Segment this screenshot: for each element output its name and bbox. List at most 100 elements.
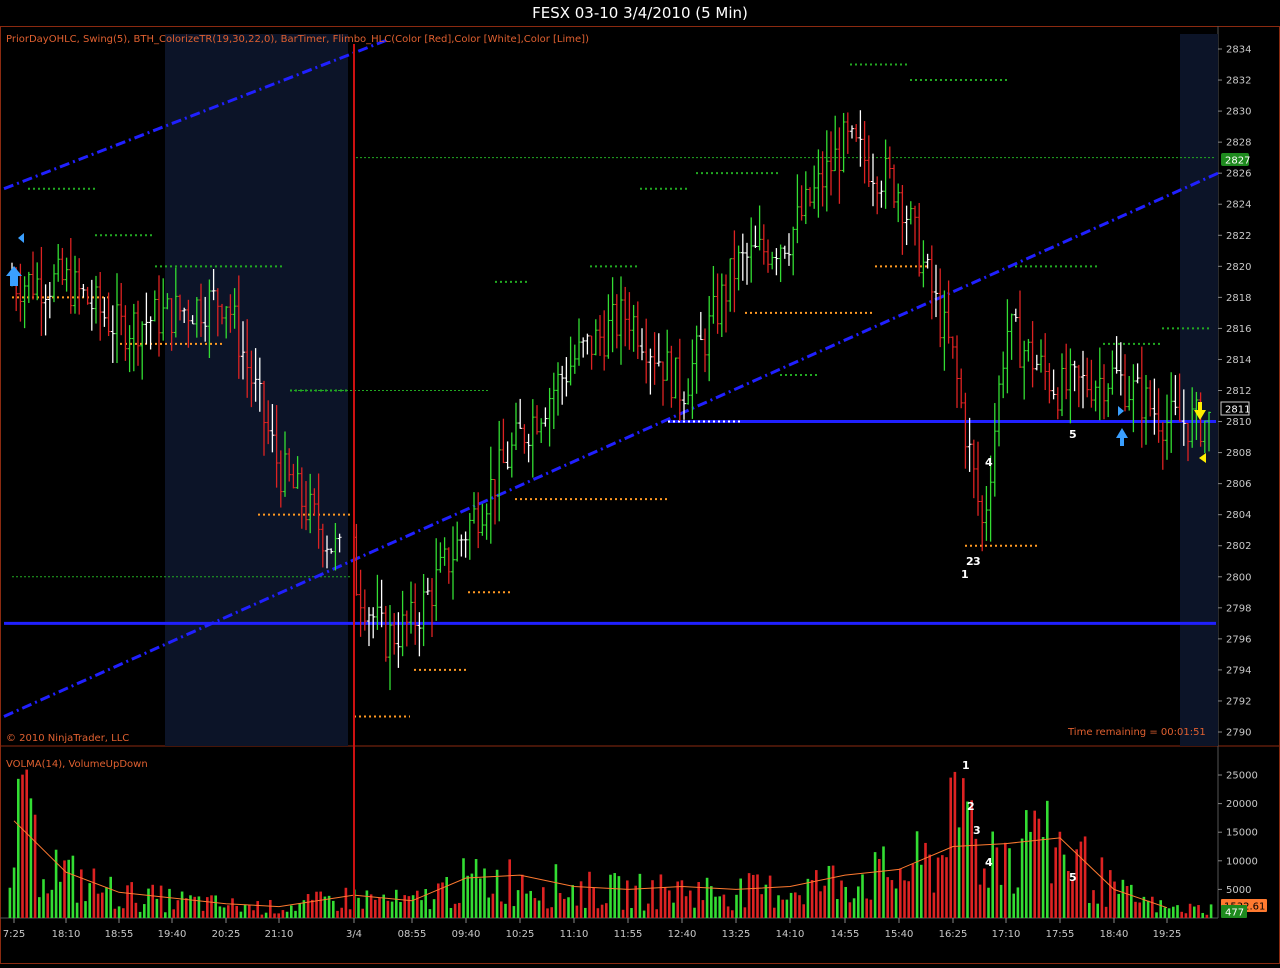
price-bar bbox=[1005, 299, 1010, 394]
price-tick-label: 2802 bbox=[1226, 541, 1251, 552]
volume-bar bbox=[63, 860, 66, 918]
volume-bar bbox=[151, 884, 154, 918]
chart-canvas[interactable]: 2790 2792 2794 2796 2798 2800 2802 2804 2806 2808… bbox=[0, 26, 1280, 964]
price-bar bbox=[610, 277, 615, 353]
volume-bar bbox=[134, 902, 138, 918]
volume-bar bbox=[33, 814, 37, 918]
volume-bar bbox=[693, 907, 696, 918]
volume-bar bbox=[966, 801, 969, 918]
price-bar bbox=[388, 605, 392, 691]
volume-bar bbox=[231, 898, 234, 918]
volume-bar bbox=[642, 910, 646, 918]
price-bar bbox=[43, 284, 48, 336]
volume-bar bbox=[336, 910, 339, 918]
vol-label-4: 4 bbox=[985, 856, 993, 869]
price-bar bbox=[997, 375, 1001, 447]
volume-bar bbox=[634, 885, 637, 918]
volume-bar bbox=[810, 880, 814, 918]
price-bar bbox=[497, 420, 502, 522]
price-bar bbox=[52, 264, 56, 303]
volume-bar bbox=[701, 900, 705, 918]
volume-bar bbox=[428, 909, 432, 918]
volume-bar bbox=[50, 889, 54, 918]
price-bar bbox=[1139, 346, 1144, 448]
price-bar bbox=[606, 294, 611, 359]
volume-bar bbox=[54, 849, 58, 918]
price-tick-label: 2822 bbox=[1226, 231, 1251, 242]
time-tick-label: 18:10 bbox=[52, 929, 81, 940]
time-remaining-label: Time remaining = 00:01:51 bbox=[1067, 727, 1206, 738]
up-arrow-icon bbox=[6, 266, 22, 286]
price-tick-label: 2790 bbox=[1226, 728, 1251, 739]
price-bar bbox=[711, 265, 716, 324]
volume-bar bbox=[1172, 906, 1175, 918]
volume-bar bbox=[1205, 914, 1209, 918]
price-bar bbox=[812, 165, 817, 209]
volume-tick-label: 10000 bbox=[1226, 856, 1258, 867]
volume-bar bbox=[29, 798, 33, 918]
price-bar bbox=[913, 205, 917, 246]
volume-bar bbox=[1167, 908, 1171, 918]
volume-bar bbox=[1188, 903, 1192, 918]
price-bar bbox=[501, 418, 506, 464]
volume-bar bbox=[243, 904, 247, 918]
volume-bar bbox=[563, 898, 566, 918]
volume-bar bbox=[214, 895, 217, 918]
volume-bar bbox=[999, 884, 1003, 918]
volume-bar bbox=[869, 899, 873, 918]
price-bar bbox=[556, 362, 560, 416]
volume-bar bbox=[600, 904, 604, 918]
volume-bar bbox=[1125, 886, 1129, 918]
price-bar bbox=[640, 328, 644, 361]
volume-bar bbox=[432, 899, 436, 918]
price-bar bbox=[896, 183, 901, 223]
price-bar bbox=[1152, 378, 1157, 435]
price-bar bbox=[736, 245, 741, 291]
price-bar bbox=[404, 610, 409, 647]
volume-bar bbox=[88, 883, 91, 918]
volume-bar bbox=[1004, 842, 1007, 918]
volume-bar bbox=[105, 887, 108, 918]
chart-frame[interactable]: 2790 2792 2794 2796 2798 2800 2802 2804 2806 2808… bbox=[0, 26, 1280, 964]
price-bar bbox=[942, 290, 947, 371]
price-bar bbox=[459, 534, 464, 557]
volume-bar bbox=[147, 888, 150, 918]
volume-bar bbox=[521, 874, 524, 918]
volume-bar bbox=[340, 907, 343, 918]
vol-label-1: 1 bbox=[962, 759, 970, 772]
volume-bar bbox=[815, 870, 818, 918]
price-bar bbox=[787, 233, 791, 266]
price-bar bbox=[413, 583, 418, 645]
up-arrow-icon bbox=[1116, 428, 1128, 446]
price-bar bbox=[430, 578, 434, 638]
volume-bar bbox=[1037, 818, 1041, 918]
volume-bar bbox=[197, 896, 201, 918]
volume-bar bbox=[571, 885, 574, 918]
price-bar bbox=[1047, 363, 1052, 404]
volume-bar bbox=[953, 771, 957, 918]
volume-bar bbox=[449, 907, 453, 918]
volume-bar bbox=[857, 886, 860, 918]
price-bar bbox=[480, 503, 485, 536]
price-bar bbox=[446, 547, 451, 584]
price-bar bbox=[673, 357, 678, 399]
volume-bar bbox=[663, 887, 667, 918]
volume-bar bbox=[403, 895, 406, 918]
price-bar bbox=[379, 579, 384, 628]
time-tick-label: 17:55 bbox=[1046, 929, 1075, 940]
price-tick-label: 2826 bbox=[1226, 169, 1251, 180]
price-bar bbox=[946, 280, 951, 344]
volume-bar bbox=[348, 909, 352, 918]
volume-bar bbox=[1117, 893, 1120, 918]
price-bar bbox=[572, 344, 577, 374]
price-bar bbox=[1081, 350, 1085, 409]
volume-bar bbox=[609, 874, 612, 918]
price-bar bbox=[614, 294, 619, 349]
volume-bar bbox=[886, 877, 889, 918]
price-bar bbox=[136, 300, 140, 366]
volume-bar bbox=[907, 881, 910, 918]
volume-bar bbox=[1050, 883, 1053, 918]
volume-bar bbox=[621, 909, 625, 918]
volume-bar bbox=[306, 894, 310, 918]
volume-bar bbox=[831, 865, 835, 918]
